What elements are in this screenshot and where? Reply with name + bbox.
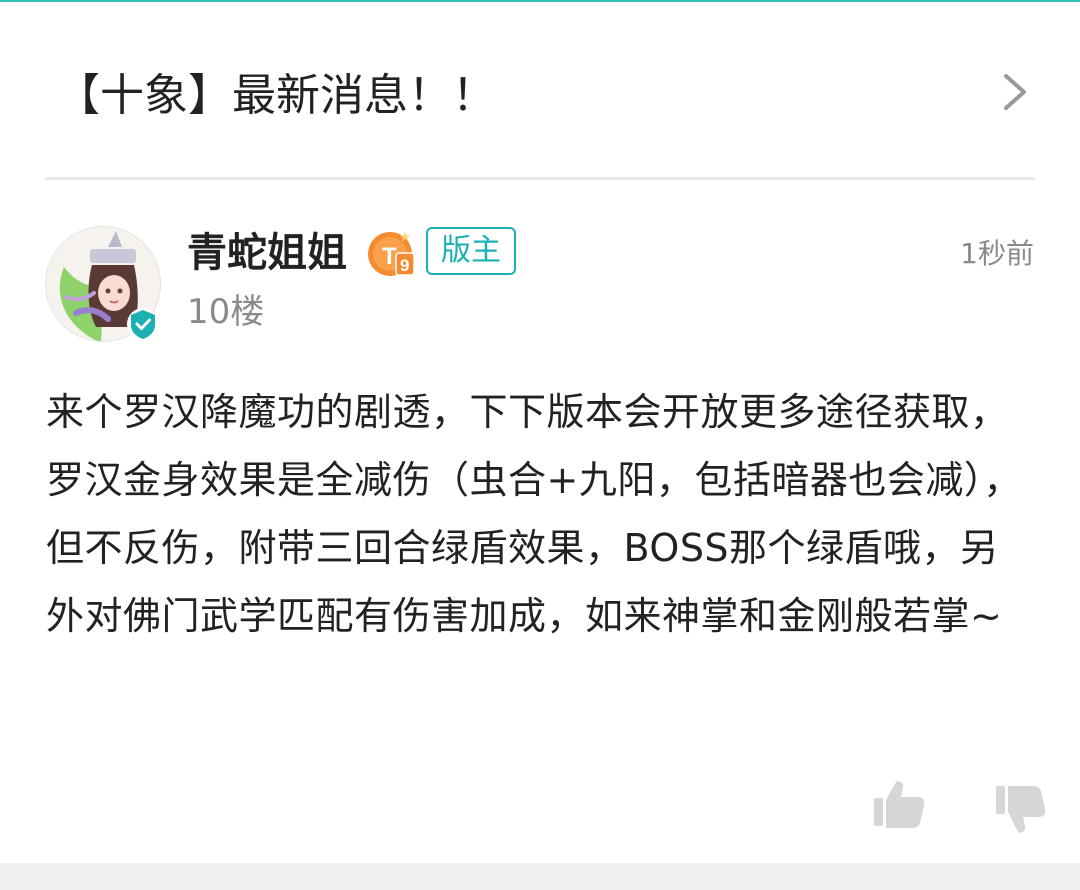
post-time: 1秒前 (960, 237, 1034, 270)
bottom-separator (0, 863, 1080, 890)
username[interactable]: 青蛇姐姐 (187, 228, 347, 278)
svg-text:T: T (382, 243, 397, 270)
level-badge-icon: T 9 (368, 231, 415, 276)
thread-title: 【十象】最新消息！！ (56, 70, 496, 121)
floor-number: 10楼 (187, 292, 265, 332)
post: 青蛇姐姐 T 9 版主 10楼 1秒前 来个罗汉降魔功的剧透，下下版本会开放更多… (0, 180, 1080, 863)
thumbs-up-icon[interactable] (872, 778, 926, 830)
thumbs-down-icon[interactable] (994, 784, 1046, 836)
chevron-right-icon[interactable] (1000, 72, 1030, 112)
moderator-badge: 版主 (426, 227, 516, 275)
thread-header[interactable]: 【十象】最新消息！！ (0, 2, 1080, 178)
svg-text:9: 9 (400, 256, 409, 275)
post-content: 来个罗汉降魔功的剧透，下下版本会开放更多途径获取，罗汉金身效果是全减伤（虫合+九… (46, 390, 1022, 638)
verified-check-icon (127, 308, 159, 340)
